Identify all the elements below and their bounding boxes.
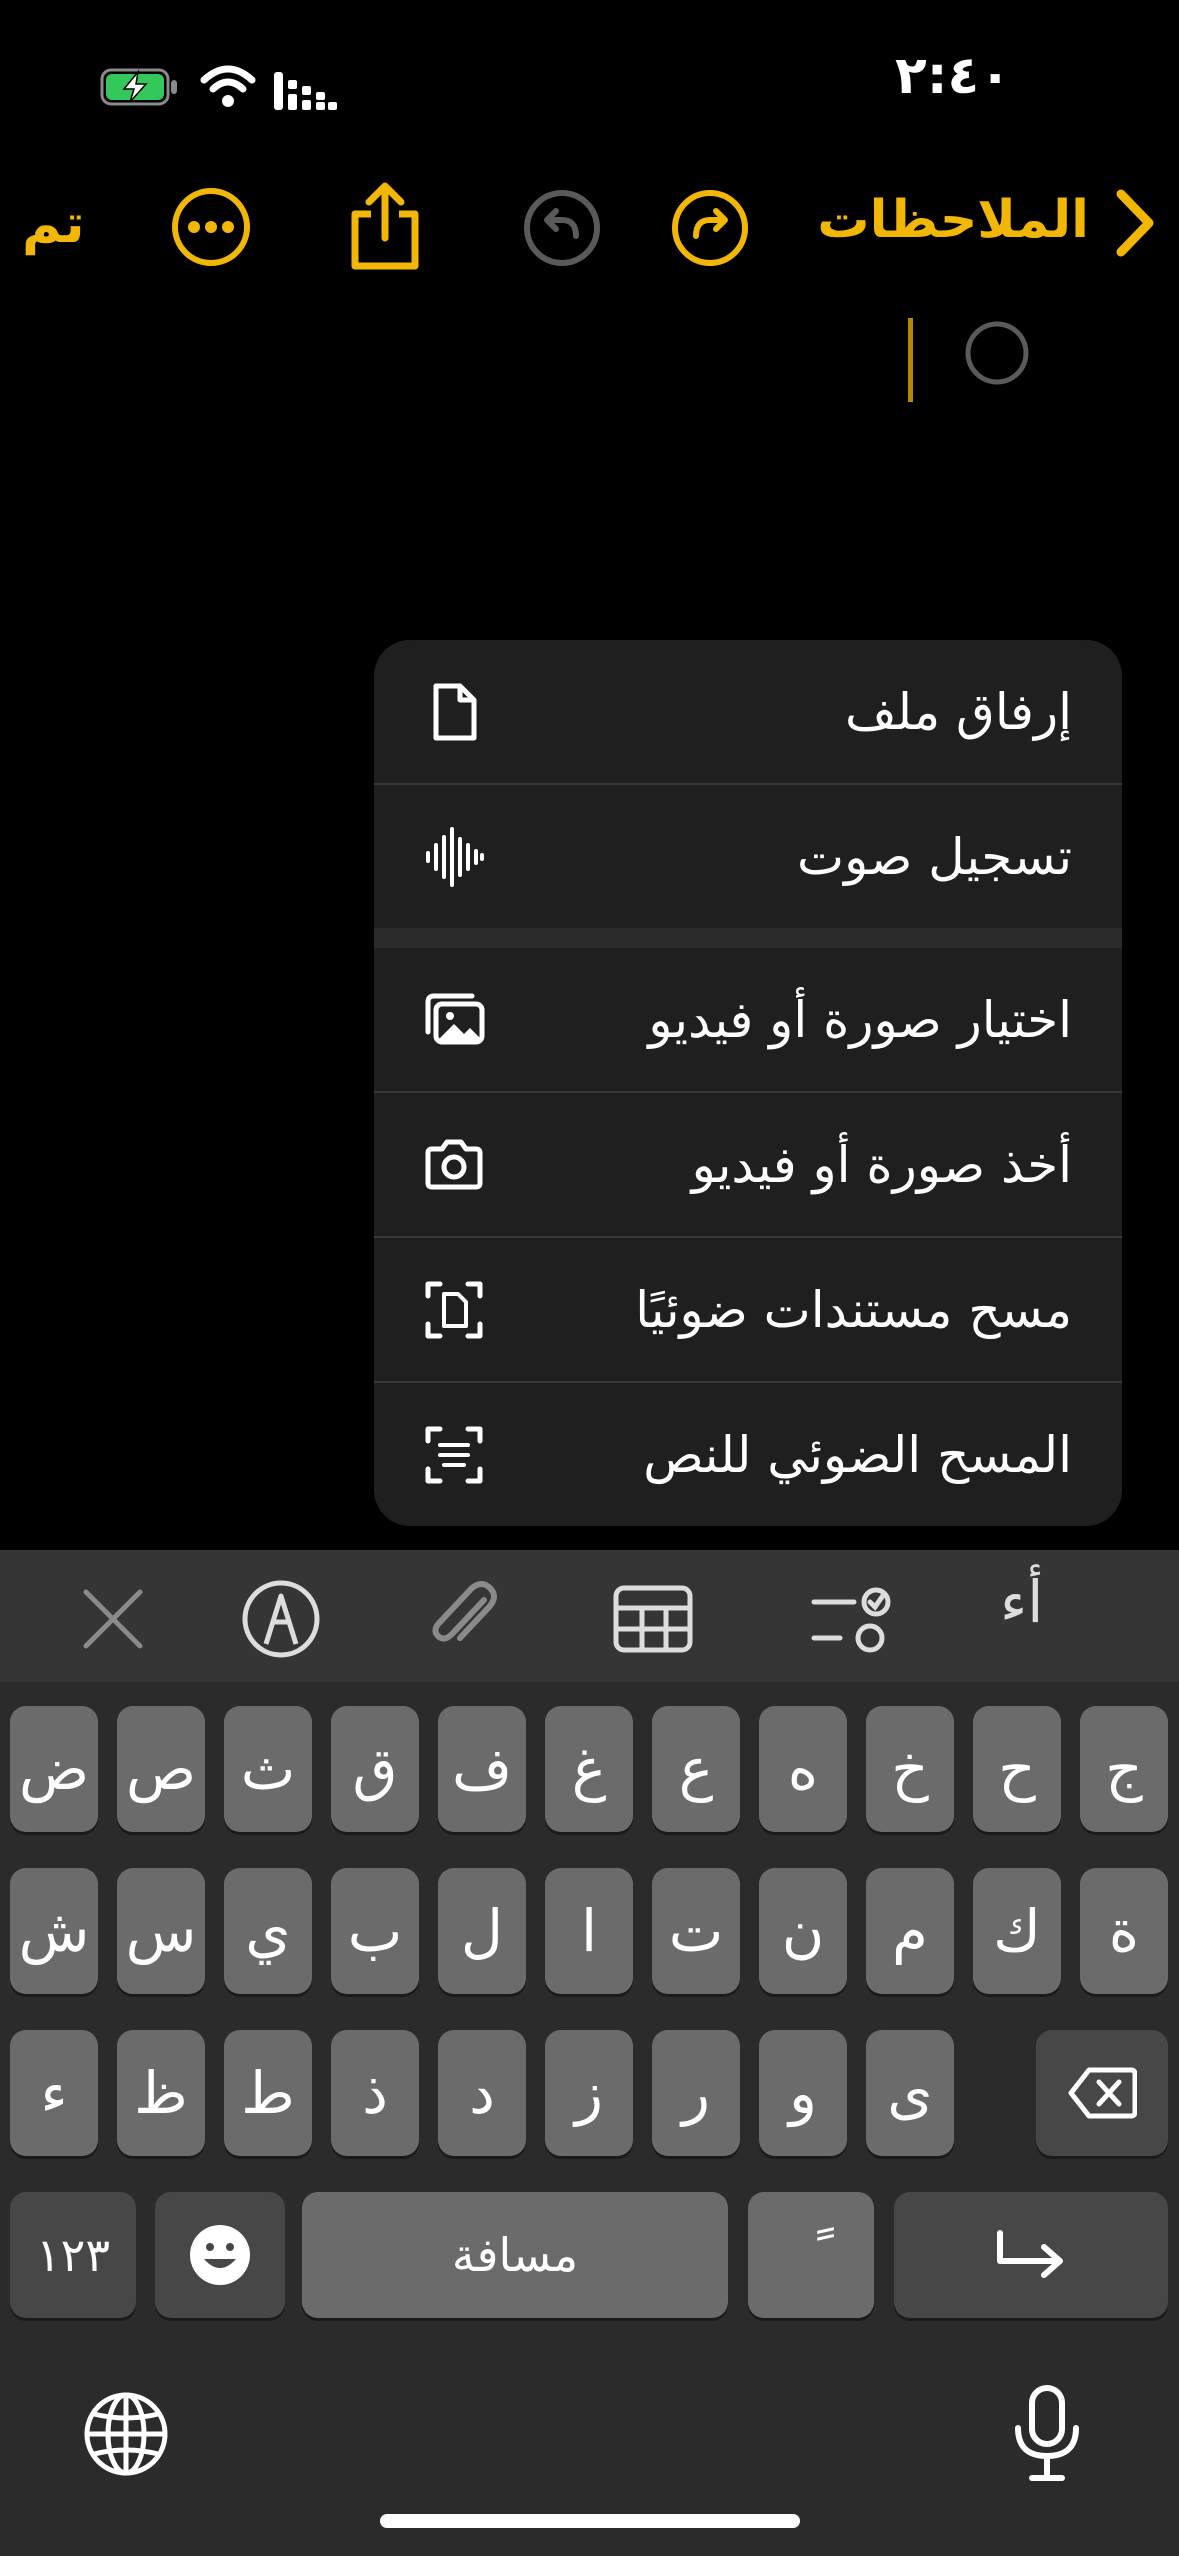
document-icon bbox=[433, 683, 477, 740]
key-dal[interactable]: د bbox=[438, 2030, 526, 2156]
key-kaf[interactable]: ك bbox=[973, 1868, 1061, 1994]
home-indicator[interactable] bbox=[380, 2514, 800, 2528]
numbers-key[interactable]: ١٢٣ bbox=[10, 2192, 136, 2318]
emoji-icon bbox=[190, 2225, 250, 2285]
key-teh[interactable]: ت bbox=[652, 1868, 740, 1994]
camera-icon bbox=[425, 1139, 483, 1189]
return-key[interactable] bbox=[894, 2192, 1168, 2318]
key-meem[interactable]: م bbox=[866, 1868, 954, 1994]
key-teh-marbuta[interactable]: ة bbox=[1080, 1868, 1168, 1994]
key-ain[interactable]: ع bbox=[652, 1706, 740, 1832]
done-button[interactable]: تم bbox=[22, 192, 85, 255]
key-khah[interactable]: خ bbox=[866, 1706, 954, 1832]
key-thal[interactable]: ذ bbox=[331, 2030, 419, 2156]
menu-item-label: إرفاق ملف bbox=[845, 682, 1072, 741]
menu-item-label: اختيار صورة أو فيديو bbox=[648, 990, 1072, 1049]
format-text-button[interactable]: أء bbox=[1000, 1568, 1043, 1636]
key-hah[interactable]: ح bbox=[973, 1706, 1061, 1832]
key-sheen[interactable]: ش bbox=[10, 1868, 98, 1994]
text-cursor bbox=[908, 318, 913, 402]
diacritics-key[interactable]: ً bbox=[748, 2192, 874, 2318]
markup-icon[interactable] bbox=[240, 1578, 322, 1660]
key-waw[interactable]: و bbox=[759, 2030, 847, 2156]
menu-item-scan-text[interactable]: المسح الضوئي للنص bbox=[374, 1383, 1122, 1526]
key-yeh[interactable]: ي bbox=[224, 1868, 312, 1994]
key-seen[interactable]: س bbox=[117, 1868, 205, 1994]
doc-scan-icon bbox=[425, 1281, 483, 1338]
more-options-icon[interactable] bbox=[170, 186, 252, 268]
wifi-icon bbox=[200, 65, 256, 107]
back-to-notes-button[interactable]: الملاحظات bbox=[817, 190, 1089, 250]
emoji-key[interactable] bbox=[155, 2192, 285, 2318]
delete-icon bbox=[1068, 2067, 1137, 2119]
status-time: ٢:٤٠ bbox=[894, 46, 1011, 106]
key-heh[interactable]: ه bbox=[759, 1706, 847, 1832]
menu-item-label: مسح مستندات ضوئيًا bbox=[635, 1280, 1072, 1339]
key-sad[interactable]: ص bbox=[117, 1706, 205, 1832]
globe-icon[interactable] bbox=[82, 2390, 170, 2478]
close-icon[interactable] bbox=[78, 1584, 148, 1654]
attachment-icon[interactable] bbox=[424, 1578, 506, 1660]
battery-charging-icon bbox=[100, 68, 177, 106]
undo-icon[interactable] bbox=[522, 188, 602, 268]
key-zah[interactable]: ظ bbox=[117, 2030, 205, 2156]
chevron-right-icon[interactable] bbox=[1113, 188, 1157, 258]
menu-item-label: المسح الضوئي للنص bbox=[643, 1425, 1072, 1484]
waveform-icon bbox=[426, 826, 484, 887]
redo-icon[interactable] bbox=[670, 188, 750, 268]
text-scan-icon bbox=[425, 1426, 483, 1483]
table-icon[interactable] bbox=[612, 1578, 694, 1660]
checklist-icon[interactable] bbox=[810, 1578, 892, 1660]
photo-library-icon bbox=[425, 993, 485, 1044]
attachment-menu: إرفاق ملف تسجيل صوت اختيار صورة أو فيديو bbox=[374, 640, 1122, 1526]
cellular-signal-icon bbox=[274, 72, 337, 110]
return-icon bbox=[997, 2230, 1063, 2278]
key-reh[interactable]: ر bbox=[652, 2030, 740, 2156]
key-zain[interactable]: ز bbox=[545, 2030, 633, 2156]
formatting-toolbar: أء bbox=[0, 1550, 1179, 1682]
key-beh[interactable]: ب bbox=[331, 1868, 419, 1994]
key-jeem[interactable]: ج bbox=[1080, 1706, 1168, 1832]
key-alef-maksura[interactable]: ى bbox=[866, 2030, 954, 2156]
checklist-circle-icon[interactable] bbox=[964, 320, 1030, 386]
key-qaf[interactable]: ق bbox=[331, 1706, 419, 1832]
menu-item-attach-file[interactable]: إرفاق ملف bbox=[374, 640, 1122, 783]
menu-item-record-audio[interactable]: تسجيل صوت bbox=[374, 785, 1122, 928]
key-lam[interactable]: ل bbox=[438, 1868, 526, 1994]
delete-key[interactable] bbox=[1036, 2030, 1168, 2156]
menu-item-scan-documents[interactable]: مسح مستندات ضوئيًا bbox=[374, 1238, 1122, 1381]
key-ghain[interactable]: غ bbox=[545, 1706, 633, 1832]
share-icon[interactable] bbox=[345, 180, 425, 272]
key-alef[interactable]: ا bbox=[545, 1868, 633, 1994]
key-hamza[interactable]: ء bbox=[10, 2030, 98, 2156]
microphone-icon[interactable] bbox=[1012, 2384, 1082, 2484]
space-key[interactable]: مسافة bbox=[302, 2192, 728, 2318]
menu-item-label: تسجيل صوت bbox=[797, 827, 1072, 886]
key-theh[interactable]: ث bbox=[224, 1706, 312, 1832]
menu-item-choose-photo[interactable]: اختيار صورة أو فيديو bbox=[374, 948, 1122, 1091]
menu-item-label: أخذ صورة أو فيديو bbox=[691, 1135, 1072, 1194]
menu-item-take-photo[interactable]: أخذ صورة أو فيديو bbox=[374, 1093, 1122, 1236]
key-feh[interactable]: ف bbox=[438, 1706, 526, 1832]
key-dad[interactable]: ض bbox=[10, 1706, 98, 1832]
key-noon[interactable]: ن bbox=[759, 1868, 847, 1994]
key-tah[interactable]: ط bbox=[224, 2030, 312, 2156]
